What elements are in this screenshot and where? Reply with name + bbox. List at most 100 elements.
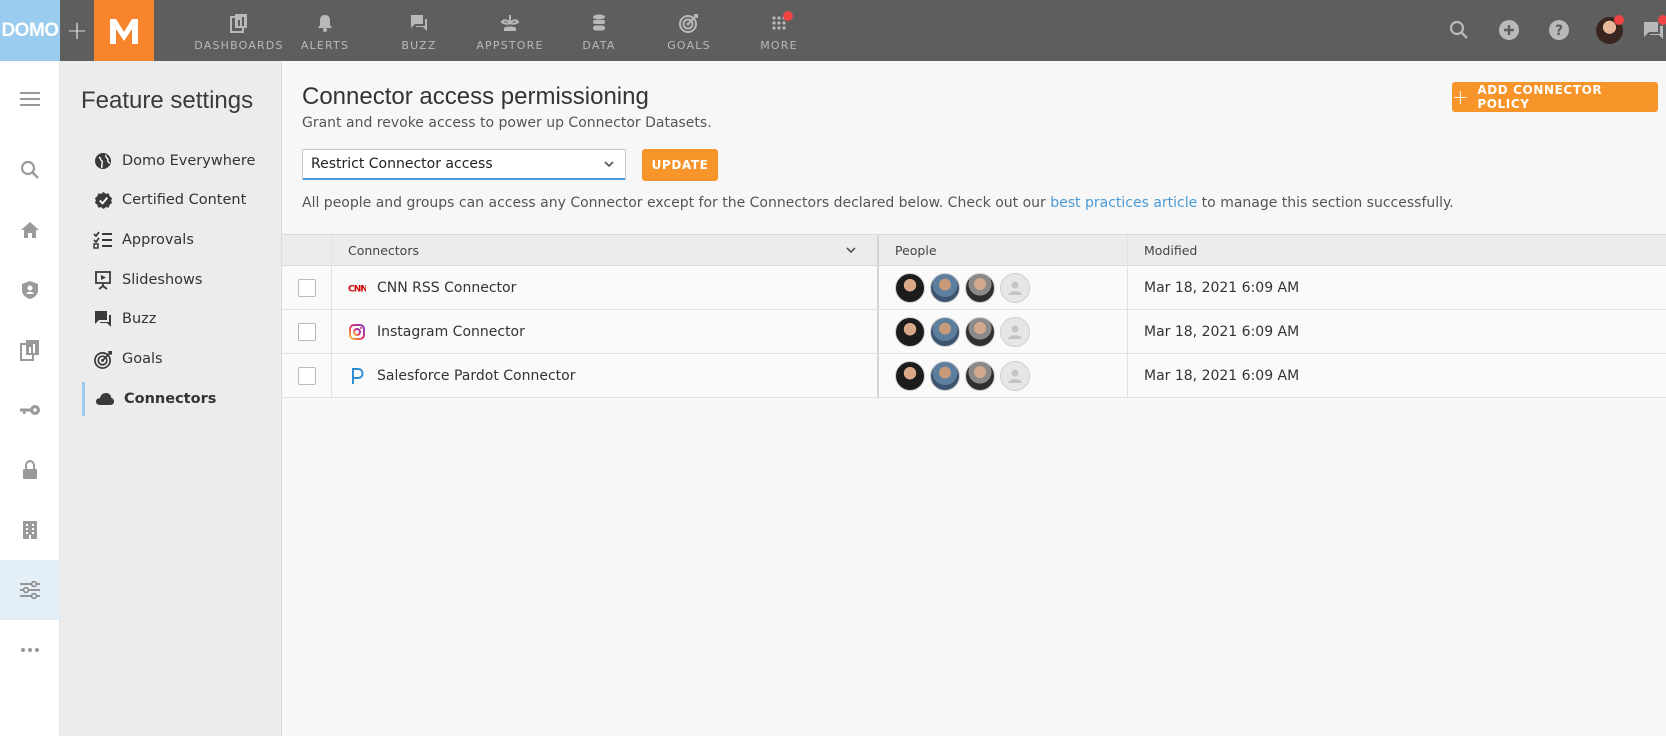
info-text: All people and groups can access any Con… xyxy=(302,195,1454,211)
settings-item-buzz[interactable]: Buzz xyxy=(82,302,272,336)
nav-dashboards[interactable]: DASHBOARDS xyxy=(191,0,287,61)
notification-dot xyxy=(1658,15,1666,25)
appstore-icon xyxy=(500,13,520,33)
lock-icon[interactable] xyxy=(0,440,60,500)
connectors-table: Connectors People Modified CNN CNN RSS C… xyxy=(282,234,1666,398)
settings-item-connectors[interactable]: Connectors xyxy=(82,382,272,416)
settings-item-certified-content[interactable]: Certified Content xyxy=(82,183,272,217)
connector-name: CNN RSS Connector xyxy=(377,279,517,296)
reports-icon[interactable] xyxy=(0,320,60,380)
header-people: People xyxy=(879,235,1128,265)
row-checkbox[interactable] xyxy=(297,322,316,341)
checklist-icon xyxy=(92,229,114,251)
cloud-icon xyxy=(94,388,116,410)
avatar-placeholder-icon[interactable] xyxy=(1000,272,1030,303)
page-subtitle: Grant and revoke access to power up Conn… xyxy=(302,115,712,131)
avatar[interactable] xyxy=(965,272,995,303)
connector-name: Instagram Connector xyxy=(377,323,525,340)
header-label: Connectors xyxy=(348,242,419,258)
avatar[interactable] xyxy=(965,316,995,347)
target-icon xyxy=(679,13,699,33)
chat-icon xyxy=(410,13,428,33)
connector-name: Salesforce Pardot Connector xyxy=(377,367,576,384)
people-cell xyxy=(879,266,1128,309)
domo-logo[interactable]: DOMO xyxy=(0,0,60,61)
add-connector-policy-button[interactable]: + ADD CONNECTOR POLICY xyxy=(1452,82,1658,112)
settings-title: Feature settings xyxy=(81,87,254,114)
target-icon xyxy=(92,348,114,370)
globe-icon xyxy=(92,150,114,172)
avatar-placeholder-icon[interactable] xyxy=(1000,316,1030,347)
settings-item-domo-everywhere[interactable]: Domo Everywhere xyxy=(82,144,272,178)
connector-access-select[interactable]: Restrict Connector access xyxy=(302,149,626,180)
page-title: Connector access permissioning xyxy=(302,83,649,110)
chat-icon xyxy=(92,308,114,330)
nav-label: MORE xyxy=(760,39,798,52)
avatar[interactable] xyxy=(930,360,960,391)
header-connectors[interactable]: Connectors xyxy=(332,235,879,265)
notification-dot xyxy=(1614,15,1624,25)
top-navigation-bar: DOMO + DASHBOARDS ALERTS BUZZ APPSTORE D… xyxy=(0,0,1666,61)
feature-settings-panel: Feature settings Domo Everywhere Certifi… xyxy=(60,61,282,736)
add-button[interactable]: + xyxy=(60,0,94,61)
search-icon[interactable] xyxy=(0,140,60,200)
update-button[interactable]: UPDATE xyxy=(642,149,718,181)
settings-item-goals[interactable]: Goals xyxy=(82,342,272,376)
global-search-icon[interactable] xyxy=(1446,17,1472,43)
cnn-logo-icon: CNN xyxy=(348,279,366,297)
avatar[interactable] xyxy=(895,360,925,391)
nav-more[interactable]: MORE xyxy=(731,0,827,61)
connector-cell: Instagram Connector xyxy=(332,310,879,353)
best-practices-link[interactable]: best practices article xyxy=(1050,195,1197,211)
nav-appstore[interactable]: APPSTORE xyxy=(462,0,558,61)
home-icon[interactable] xyxy=(0,200,60,260)
nav-label: APPSTORE xyxy=(476,39,544,52)
pardot-logo-icon xyxy=(348,367,366,385)
chevron-down-icon xyxy=(603,158,615,174)
nav-data[interactable]: DATA xyxy=(551,0,647,61)
row-checkbox[interactable] xyxy=(297,278,316,297)
connector-cell: Salesforce Pardot Connector xyxy=(332,354,879,397)
notification-dot xyxy=(783,11,793,21)
header-label: People xyxy=(895,242,937,258)
header-check-cell xyxy=(282,235,332,265)
create-new-icon[interactable] xyxy=(1496,17,1522,43)
avatar[interactable] xyxy=(930,272,960,303)
help-icon[interactable]: ? xyxy=(1546,17,1572,43)
row-check-cell xyxy=(282,266,332,309)
nav-label: BUZZ xyxy=(401,39,437,52)
people-cell xyxy=(879,310,1128,353)
m-logo-icon[interactable] xyxy=(94,0,154,61)
svg-text:?: ? xyxy=(1555,23,1563,39)
key-icon[interactable] xyxy=(0,380,60,440)
info-prefix: All people and groups can access any Con… xyxy=(302,195,1051,211)
left-icon-rail xyxy=(0,61,60,736)
more-icon[interactable] xyxy=(0,620,60,680)
settings-item-approvals[interactable]: Approvals xyxy=(82,223,272,257)
settings-item-slideshows[interactable]: Slideshows xyxy=(82,263,272,297)
shield-icon[interactable] xyxy=(0,260,60,320)
sliders-icon[interactable] xyxy=(0,560,60,620)
nav-goals[interactable]: GOALS xyxy=(641,0,737,61)
avatar[interactable] xyxy=(895,316,925,347)
nav-buzz[interactable]: BUZZ xyxy=(371,0,467,61)
row-checkbox[interactable] xyxy=(297,366,316,385)
nav-label: DASHBOARDS xyxy=(194,39,284,52)
certified-badge-icon xyxy=(92,189,114,211)
building-icon[interactable] xyxy=(0,500,60,560)
avatar[interactable] xyxy=(930,316,960,347)
select-value: Restrict Connector access xyxy=(311,156,493,172)
dashboards-icon xyxy=(230,13,248,33)
button-label: ADD CONNECTOR POLICY xyxy=(1477,83,1603,111)
nav-alerts[interactable]: ALERTS xyxy=(277,0,373,61)
table-header-row: Connectors People Modified xyxy=(282,234,1666,266)
avatar[interactable] xyxy=(965,360,995,391)
table-row: Salesforce Pardot Connector Mar 18, 2021… xyxy=(282,354,1666,398)
row-check-cell xyxy=(282,310,332,353)
menu-icon[interactable] xyxy=(0,69,60,129)
chevron-down-icon[interactable] xyxy=(845,244,857,259)
avatar-placeholder-icon[interactable] xyxy=(1000,360,1030,391)
avatar[interactable] xyxy=(895,272,925,303)
header-label: Modified xyxy=(1144,242,1198,258)
table-row: Instagram Connector Mar 18, 2021 6:09 AM xyxy=(282,310,1666,354)
